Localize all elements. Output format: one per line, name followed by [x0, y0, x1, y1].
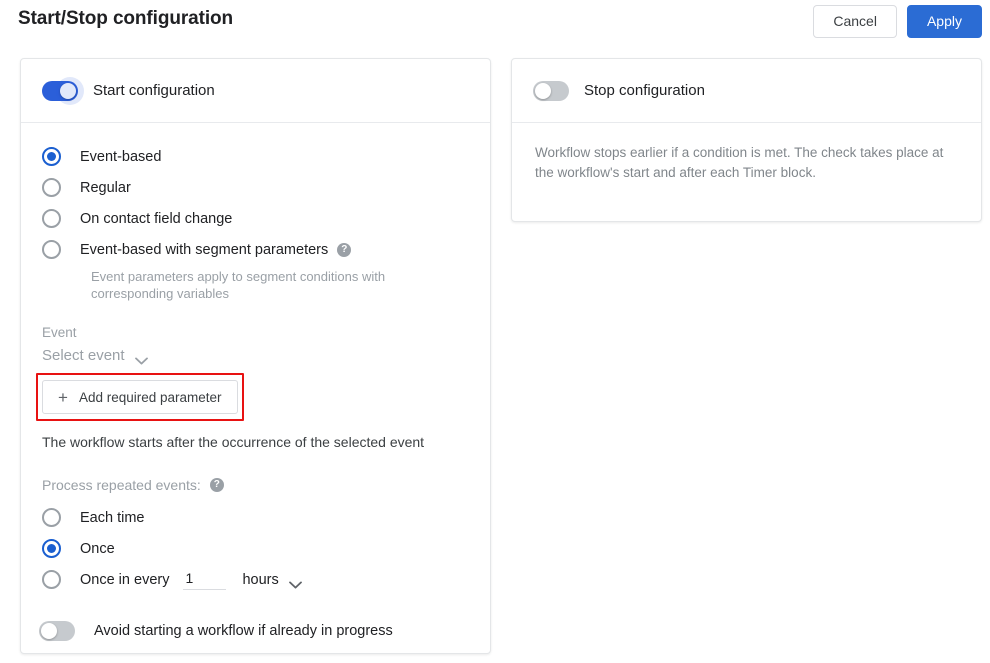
radio-icon — [42, 240, 61, 259]
stop-configuration-description: Workflow stops earlier if a condition is… — [535, 145, 944, 180]
toggle-knob — [60, 82, 76, 99]
radio-option-on-contact-field-change[interactable]: On contact field change — [42, 203, 469, 234]
toggle-knob — [41, 623, 57, 639]
header-actions: Cancel Apply — [813, 5, 982, 38]
apply-button[interactable]: Apply — [906, 5, 982, 38]
toggle-knob — [535, 82, 551, 99]
radio-option-each-time[interactable]: Each time — [42, 502, 469, 533]
avoid-duplicate-workflow-toggle[interactable] — [39, 621, 75, 641]
radio-icon — [42, 178, 61, 197]
radio-icon — [42, 209, 61, 228]
interval-unit-value: hours — [242, 571, 279, 588]
avoid-duplicate-workflow-label: Avoid starting a workflow if already in … — [94, 623, 393, 639]
radio-option-regular[interactable]: Regular — [42, 172, 469, 203]
help-icon[interactable]: ? — [209, 478, 224, 492]
interval-value-input[interactable] — [183, 569, 227, 590]
radio-label: On contact field change — [80, 210, 233, 227]
add-required-parameter-label: Add required parameter — [78, 389, 222, 405]
segment-parameters-hint: Event parameters apply to segment condit… — [91, 269, 386, 301]
event-select-value: Select event — [42, 347, 125, 364]
radio-icon — [42, 539, 61, 558]
repeat-radio-group: Each time Once Once in every hours — [42, 502, 469, 595]
start-configuration-card: Start configuration Event-based Regular … — [20, 58, 491, 654]
radio-label: Event-based with segment parameters — [80, 241, 329, 258]
cancel-button[interactable]: Cancel — [813, 5, 897, 38]
page-title: Start/Stop configuration — [18, 8, 234, 29]
avoid-duplicate-workflow-row: Avoid starting a workflow if already in … — [39, 621, 469, 641]
help-icon[interactable]: ? — [337, 242, 352, 257]
radio-icon — [42, 570, 61, 589]
process-repeated-events-text: Process repeated events: — [42, 477, 201, 493]
plus-icon: + — [58, 387, 68, 407]
page-root: Start/Stop configuration Cancel Apply St… — [0, 0, 990, 663]
radio-label: Once in every — [80, 571, 170, 588]
radio-option-once[interactable]: Once — [42, 533, 469, 564]
add-required-parameter-highlight: + Add required parameter — [36, 373, 244, 421]
radio-label: Regular — [80, 179, 131, 196]
start-configuration-toggle[interactable] — [42, 76, 84, 105]
start-card-header: Start configuration — [21, 59, 490, 123]
interval-unit-select[interactable]: hours — [242, 571, 302, 588]
start-note: The workflow starts after the occurrence… — [42, 434, 425, 450]
radio-option-once-in-every[interactable]: Once in every hours — [42, 564, 469, 595]
add-required-parameter-button[interactable]: + Add required parameter — [42, 380, 238, 414]
event-select[interactable]: Select event — [42, 347, 177, 364]
trigger-type-radio-group: Event-based Regular On contact field cha… — [42, 141, 469, 302]
stop-configuration-label: Stop configuration — [584, 82, 705, 99]
radio-label: Event-based — [80, 148, 162, 165]
radio-label: Once — [80, 540, 115, 557]
page-header: Start/Stop configuration Cancel Apply — [0, 0, 990, 46]
stop-card-header: Stop configuration — [512, 59, 981, 123]
start-card-body: Event-based Regular On contact field cha… — [21, 123, 490, 641]
stop-configuration-card: Stop configuration Workflow stops earlie… — [511, 58, 982, 222]
radio-option-event-based-with-segment-parameters[interactable]: Event-based with segment parameters ? — [42, 234, 469, 265]
radio-icon — [42, 147, 61, 166]
process-repeated-events-label: Process repeated events: ? — [42, 477, 469, 493]
stop-configuration-toggle[interactable] — [533, 80, 569, 101]
event-field-label: Event — [42, 325, 77, 340]
start-configuration-label: Start configuration — [93, 82, 215, 99]
radio-icon — [42, 508, 61, 527]
radio-option-event-based[interactable]: Event-based — [42, 141, 469, 172]
radio-label: Each time — [80, 509, 145, 526]
